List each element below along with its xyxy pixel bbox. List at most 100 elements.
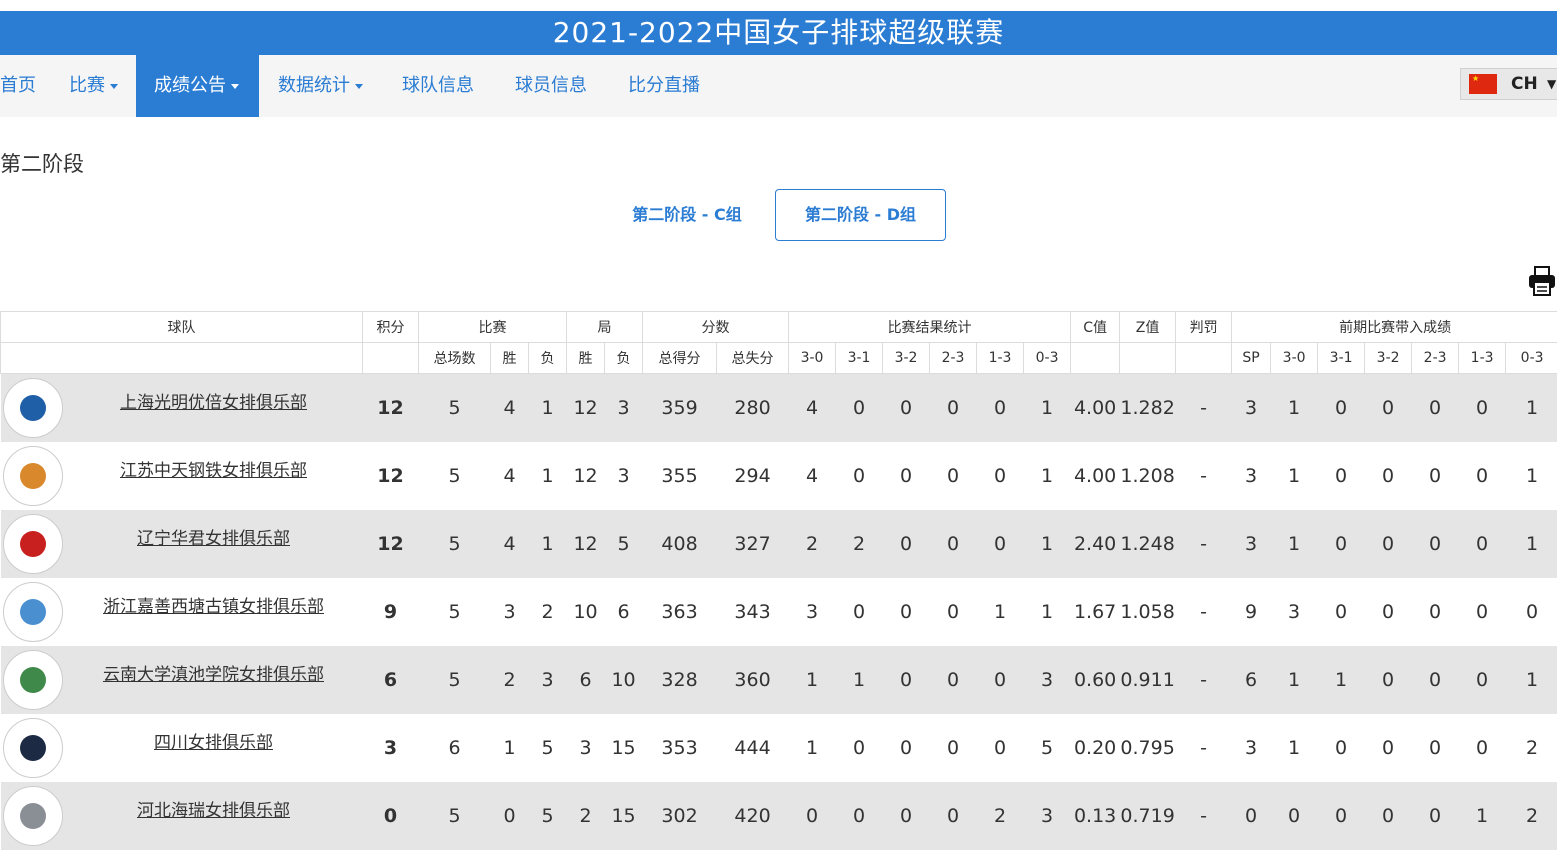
team-logo-icon (2, 717, 63, 778)
z-value-cell: 1.248 (1119, 509, 1176, 578)
team-name-link[interactable]: 上海光明优倍女排俱乐部 (65, 388, 363, 413)
team-logo-emblem (19, 598, 46, 625)
subheader-carry: 3-1 (1317, 342, 1366, 374)
nav-home-label: 首页 (0, 75, 36, 96)
nav-matches[interactable]: 比赛 (54, 55, 136, 117)
table-row: 辽宁华君女排俱乐部 12 5 4 1 12 5 408 327 2 2 0 0 0 1 2.40 1.248-3… (0, 509, 1557, 578)
won-cell: 3 (490, 577, 529, 646)
team-logo-icon (2, 649, 63, 710)
carry-cell: 0 (1364, 645, 1412, 714)
standings-table: 球队 积分 比赛 局 分数 比赛结果统计 C值 Z值 判罚 前期比赛带入成绩 总… (0, 311, 1557, 850)
caret-down-icon (110, 83, 118, 89)
carry-cell: 0 (1411, 713, 1459, 782)
team-name-link[interactable]: 四川女排俱乐部 (65, 728, 363, 753)
result-count-cell: 1 (1023, 577, 1071, 646)
team-cell: 江苏中天钢铁女排俱乐部 (0, 441, 363, 510)
team-name-link[interactable]: 辽宁华君女排俱乐部 (65, 524, 363, 549)
carry-cell: 0 (1411, 441, 1459, 510)
tab-stage2-group-c[interactable]: 第二阶段 - C组 (612, 189, 762, 241)
sets-lost-cell: 15 (604, 781, 643, 850)
result-count-cell: 0 (929, 713, 977, 782)
nav-home[interactable]: 首页 (0, 55, 54, 117)
pts-against-cell: 360 (716, 645, 789, 714)
c-value-cell: 4.00 (1070, 373, 1120, 442)
team-name-link[interactable]: 江苏中天钢铁女排俱乐部 (65, 456, 363, 481)
subheader-sets-lost: 负 (604, 342, 644, 374)
carry-cell: 0 (1364, 577, 1412, 646)
team-logo-icon (2, 445, 63, 506)
carry-cell: 0 (1458, 509, 1506, 578)
language-selector[interactable]: CH ▼ (1460, 68, 1557, 100)
stage-title: 第二阶段 (0, 152, 84, 176)
carry-cell: 0 (1270, 781, 1318, 850)
sets-won-cell: 12 (566, 441, 605, 510)
print-icon[interactable] (1527, 265, 1557, 297)
lost-cell: 1 (528, 373, 567, 442)
carry-cell: 0 (1458, 441, 1506, 510)
nav-statistics-label: 数据统计 (278, 75, 350, 96)
subheader-carry: 3-0 (1270, 342, 1319, 374)
z-value-cell: 0.719 (1119, 781, 1176, 850)
subheader-carry: 0-3 (1505, 342, 1557, 374)
subheader-result: 0-3 (1023, 342, 1072, 374)
subheader-carry: 2-3 (1411, 342, 1460, 374)
team-name-link[interactable]: 云南大学滇池学院女排俱乐部 (65, 660, 363, 685)
result-count-cell: 0 (882, 713, 930, 782)
header-penalty: 判罚 (1175, 311, 1233, 343)
nav-matches-label: 比赛 (69, 75, 105, 96)
table-row: 上海光明优倍女排俱乐部 12 5 4 1 12 3 359 280 4 0 0 0 0 1 4.00 1.282… (0, 373, 1557, 442)
table-group-header-row: 球队 积分 比赛 局 分数 比赛结果统计 C值 Z值 判罚 前期比赛带入成绩 (0, 311, 1557, 343)
subheader-matches-total: 总场数 (418, 342, 491, 374)
nav-live-score[interactable]: 比分直播 (611, 55, 731, 117)
header-points: 积分 (362, 311, 419, 343)
header-score: 分数 (642, 311, 790, 343)
result-count-cell: 0 (929, 781, 977, 850)
carry-cell: 0 (1411, 509, 1459, 578)
nav-players[interactable]: 球员信息 (497, 55, 611, 117)
team-name-link[interactable]: 河北海瑞女排俱乐部 (65, 796, 363, 821)
carry-cell: 0 (1364, 713, 1412, 782)
team-name-link[interactable]: 浙江嘉善西塘古镇女排俱乐部 (65, 592, 363, 617)
lost-cell: 3 (528, 645, 567, 714)
team-logo-emblem (19, 802, 46, 829)
played-cell: 5 (418, 441, 491, 510)
header-z-value: Z值 (1119, 311, 1177, 343)
won-cell: 4 (490, 509, 529, 578)
table-row: 江苏中天钢铁女排俱乐部 12 5 4 1 12 3 355 294 4 0 0 0 0 1 4.00 1.208… (0, 441, 1557, 510)
nav-results[interactable]: 成绩公告 (136, 55, 259, 117)
nav-live-score-label: 比分直播 (628, 75, 700, 96)
carry-cell: 0 (1411, 645, 1459, 714)
carry-cell: 3 (1231, 509, 1271, 578)
carry-cell: 0 (1364, 373, 1412, 442)
team-logo-emblem (19, 734, 46, 761)
result-count-cell: 0 (882, 781, 930, 850)
subheader-sets-won: 胜 (566, 342, 606, 374)
table-row: 浙江嘉善西塘古镇女排俱乐部 9 5 3 2 10 6 363 343 3 0 0 0 1 1 1.67 1.05… (0, 577, 1557, 646)
pts-against-cell: 444 (716, 713, 789, 782)
carry-cell: 0 (1411, 373, 1459, 442)
sets-lost-cell: 15 (604, 713, 643, 782)
subheader-result: 2-3 (929, 342, 978, 374)
carry-cell: 1 (1270, 645, 1318, 714)
tab-stage2-group-d[interactable]: 第二阶段 - D组 (775, 189, 946, 241)
nav-teams[interactable]: 球队信息 (385, 55, 497, 117)
won-cell: 0 (490, 781, 529, 850)
team-logo-emblem (19, 666, 46, 693)
points-cell: 12 (362, 373, 419, 442)
result-count-cell: 0 (929, 373, 977, 442)
carry-cell: 0 (1364, 509, 1412, 578)
pts-for-cell: 355 (642, 441, 717, 510)
pts-for-cell: 408 (642, 509, 717, 578)
c-value-cell: 1.67 (1070, 577, 1120, 646)
caret-down-icon (355, 83, 363, 89)
result-count-cell: 0 (882, 441, 930, 510)
subheader-matches-lost: 负 (527, 342, 568, 374)
carry-cell: 2 (1505, 781, 1557, 850)
nav-results-label: 成绩公告 (154, 75, 226, 96)
subheader-empty (0, 342, 363, 374)
carry-cell: 0 (1364, 441, 1412, 510)
carry-cell: 0 (1317, 713, 1365, 782)
nav-statistics[interactable]: 数据统计 (259, 55, 385, 117)
subheader-empty (1119, 342, 1177, 374)
result-count-cell: 0 (882, 577, 930, 646)
